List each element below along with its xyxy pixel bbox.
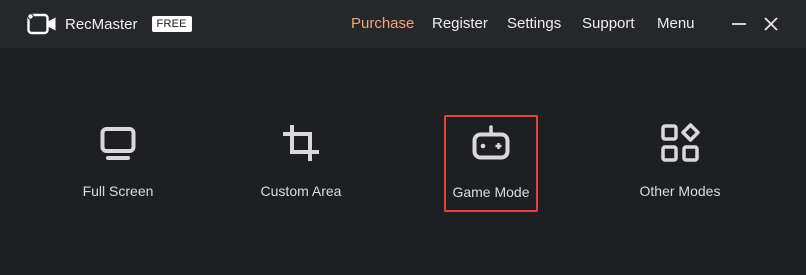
app-name: RecMaster [65, 15, 138, 33]
grid-icon [661, 123, 700, 162]
menu-register[interactable]: Register [432, 0, 488, 48]
edition-badge: FREE [151, 16, 192, 32]
mode-other-modes[interactable]: Other Modes [605, 116, 755, 211]
minimize-button[interactable] [730, 15, 748, 33]
menu-support[interactable]: Support [582, 0, 635, 48]
crop-icon [283, 125, 319, 161]
app-window: RecMaster FREE Purchase Register Setting… [0, 0, 806, 275]
menu-settings[interactable]: Settings [507, 0, 561, 48]
mode-label: Full Screen [82, 183, 154, 199]
mode-label: Custom Area [260, 183, 342, 199]
monitor-icon [100, 127, 136, 160]
mode-game-mode[interactable]: Game Mode [444, 115, 538, 212]
mode-label: Other Modes [639, 183, 721, 199]
title-bar: RecMaster FREE Purchase Register Setting… [0, 0, 806, 48]
menu-menu[interactable]: Menu [657, 0, 695, 48]
brand: RecMaster FREE [27, 12, 192, 36]
mode-custom-area[interactable]: Custom Area [226, 116, 376, 211]
mode-label: Game Mode [452, 184, 530, 200]
close-icon [764, 17, 778, 31]
gamepad-icon [472, 125, 510, 160]
menu-purchase[interactable]: Purchase [351, 0, 414, 48]
close-button[interactable] [762, 15, 780, 33]
mode-full-screen[interactable]: Full Screen [43, 116, 193, 211]
minimize-icon [732, 23, 746, 25]
camera-logo-icon [27, 13, 56, 35]
